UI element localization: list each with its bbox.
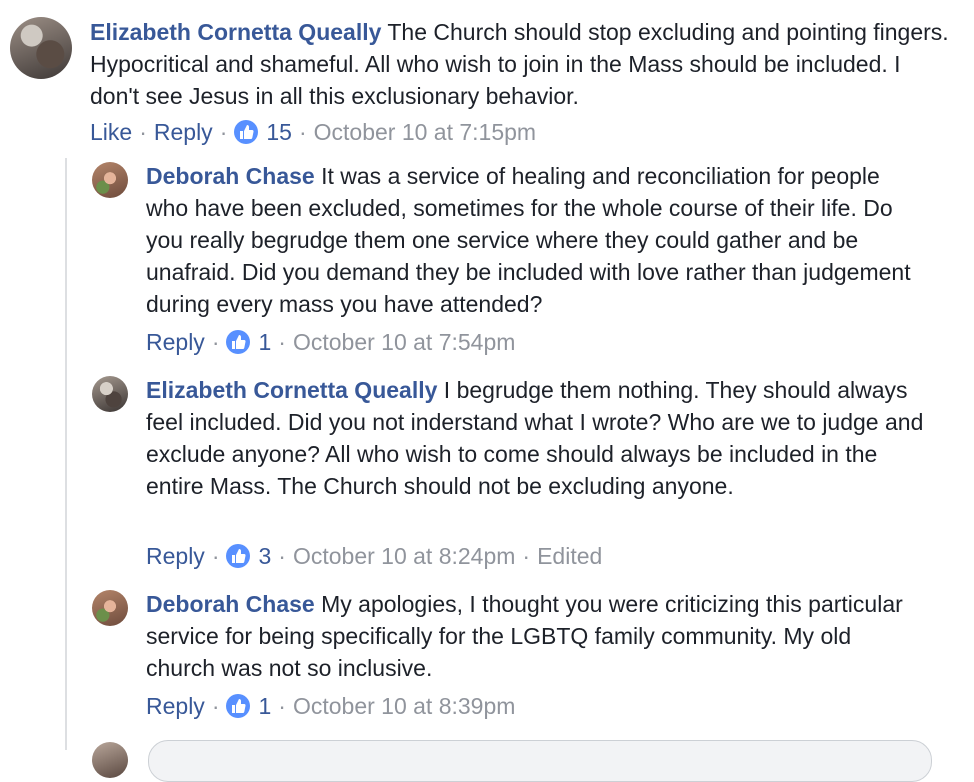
reaction-count[interactable]: 1 bbox=[258, 690, 271, 722]
reply-button[interactable]: Reply bbox=[154, 116, 213, 148]
reply-body: Deborah Chase It was a service of healin… bbox=[146, 160, 926, 320]
separator: · bbox=[219, 119, 228, 145]
comment-actions: Like · Reply · 15 · October 10 at 7:15pm bbox=[90, 116, 536, 148]
timestamp[interactable]: October 10 at 7:15pm bbox=[314, 116, 536, 148]
thumbs-up-icon bbox=[226, 544, 251, 568]
thread-line bbox=[65, 158, 67, 750]
reply-author[interactable]: Deborah Chase bbox=[146, 591, 315, 617]
reply-author[interactable]: Elizabeth Cornetta Queally bbox=[146, 377, 437, 403]
thumbs-up-icon bbox=[226, 330, 251, 354]
reply-actions: Reply · 3 · October 10 at 8:24pm · Edite… bbox=[146, 540, 602, 572]
reply-button[interactable]: Reply bbox=[146, 326, 205, 358]
timestamp[interactable]: October 10 at 7:54pm bbox=[293, 326, 515, 358]
thumbs-up-icon bbox=[226, 694, 251, 718]
reply-actions: Reply · 1 · October 10 at 8:39pm bbox=[146, 690, 515, 722]
separator: · bbox=[278, 693, 286, 719]
separator: · bbox=[278, 329, 286, 355]
reply-body: Deborah Chase My apologies, I thought yo… bbox=[146, 588, 926, 684]
comment-author[interactable]: Elizabeth Cornetta Queally bbox=[90, 19, 381, 45]
avatar[interactable] bbox=[92, 162, 128, 198]
avatar[interactable] bbox=[92, 590, 128, 626]
separator: · bbox=[139, 119, 147, 145]
like-button[interactable]: Like bbox=[90, 116, 132, 148]
reaction-count[interactable]: 3 bbox=[258, 540, 271, 572]
separator: · bbox=[211, 329, 220, 355]
avatar[interactable] bbox=[92, 376, 128, 412]
avatar[interactable] bbox=[10, 17, 72, 79]
reply-input[interactable] bbox=[148, 740, 932, 782]
reply-button[interactable]: Reply bbox=[146, 540, 205, 572]
separator: · bbox=[522, 543, 531, 569]
reply-actions: Reply · 1 · October 10 at 7:54pm bbox=[146, 326, 515, 358]
separator: · bbox=[298, 119, 307, 145]
comment-body: Elizabeth Cornetta Queally The Church sh… bbox=[90, 16, 950, 112]
timestamp[interactable]: October 10 at 8:39pm bbox=[293, 690, 515, 722]
reaction-count[interactable]: 1 bbox=[258, 326, 271, 358]
avatar bbox=[92, 742, 128, 778]
timestamp[interactable]: October 10 at 8:24pm bbox=[293, 540, 515, 572]
thumbs-up-icon bbox=[234, 120, 259, 144]
separator: · bbox=[278, 543, 286, 569]
reply-author[interactable]: Deborah Chase bbox=[146, 163, 315, 189]
separator: · bbox=[211, 693, 220, 719]
edited-label[interactable]: Edited bbox=[537, 540, 602, 572]
reply-body: Elizabeth Cornetta Queally I begrudge th… bbox=[146, 374, 926, 502]
reply-button[interactable]: Reply bbox=[146, 690, 205, 722]
reaction-count[interactable]: 15 bbox=[266, 116, 292, 148]
separator: · bbox=[211, 543, 220, 569]
